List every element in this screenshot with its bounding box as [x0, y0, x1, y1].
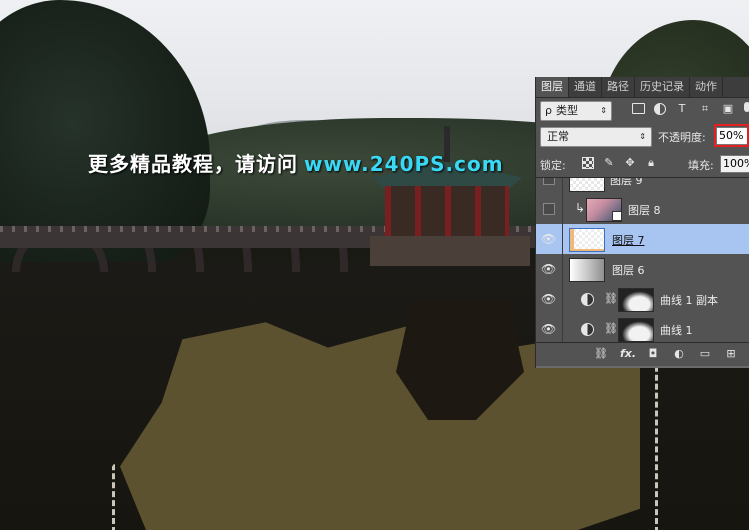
clipping-arrow-icon: ↳ [575, 201, 586, 215]
layer-row-selected[interactable]: 👁︎ 图层 7 [536, 224, 749, 255]
blend-row: 正常 ⇕ 不透明度: 50% [540, 124, 749, 149]
panel-resize-strip[interactable] [536, 366, 749, 368]
divider [562, 194, 563, 224]
bridge-arches [0, 248, 380, 272]
visibility-toggle[interactable] [543, 203, 555, 215]
lock-row: 锁定: ✎ ✥ 🔒︎ 填充: 100% [540, 155, 749, 175]
link-icon[interactable]: ⛓︎ [604, 322, 618, 335]
curves-adjustment-icon [581, 293, 594, 306]
eye-icon[interactable]: 👁︎ [541, 262, 556, 276]
pavilion-base [370, 236, 530, 266]
adjustment-filter-icon[interactable] [654, 103, 666, 115]
eye-icon[interactable]: 👁︎ [541, 292, 556, 306]
layers-list: 图层 9 ↳ 图层 8 👁︎ 图层 7 👁︎ 图层 6 👁︎ ⛓︎ 曲线 1 副… [536, 177, 749, 343]
new-adjustment-icon[interactable]: ◐ [672, 347, 686, 361]
watermark-text: 更多精品教程，请访问 [88, 152, 298, 176]
layer-row[interactable]: ↳ 图层 8 [536, 194, 749, 225]
layer-name: 图层 7 [612, 234, 645, 247]
new-layer-icon[interactable]: ⊞ [724, 347, 738, 361]
divider [562, 284, 563, 314]
layer-thumbnail [569, 258, 605, 282]
opacity-highlight-box [714, 124, 749, 147]
link-icon[interactable]: ⛓︎ [604, 292, 618, 305]
tab-history[interactable]: 历史记录 [635, 77, 690, 97]
blend-mode-value: 正常 [547, 130, 569, 143]
layer-row[interactable]: 图层 9 [536, 177, 749, 195]
layer-thumbnail [569, 228, 605, 252]
fill-label: 填充: [688, 159, 714, 172]
panel-tabs: 图层 通道 路径 历史记录 动作 [536, 77, 749, 98]
kind-label: 类型 [556, 104, 578, 117]
visibility-toggle[interactable] [543, 178, 555, 185]
search-icon: ρ [545, 104, 552, 117]
link-layers-icon[interactable]: ⛓︎ [594, 347, 608, 361]
shape-filter-icon[interactable]: ⌗ [698, 102, 712, 116]
tab-channels[interactable]: 通道 [569, 77, 602, 97]
add-mask-icon[interactable]: ◘ [646, 347, 660, 361]
divider [562, 314, 563, 343]
fill-input[interactable]: 100% [720, 155, 749, 173]
image-filter-icon[interactable] [632, 103, 645, 114]
lock-icons: ✎ ✥ 🔒︎ [582, 156, 657, 169]
smart-object-filter-icon[interactable]: ▣ [721, 102, 735, 116]
filter-toggle-icon[interactable] [744, 102, 749, 112]
layer-thumbnail [569, 178, 605, 192]
layers-panel: 图层 通道 路径 历史记录 动作 ρ 类型 ⇕ T ⌗ ▣ 正常 ⇕ 不透明度:… [535, 77, 749, 368]
panel-bottom-bar: ⛓︎ fx. ◘ ◐ ▭ ⊞ [536, 342, 749, 367]
divider [562, 178, 563, 194]
lock-transparency-icon[interactable] [582, 157, 594, 169]
fx-icon[interactable]: fx. [620, 347, 636, 361]
tab-actions[interactable]: 动作 [690, 77, 723, 97]
eye-icon[interactable]: 👁︎ [541, 232, 556, 246]
layer-row[interactable]: 👁︎ ⛓︎ 曲线 1 副本 [536, 284, 749, 315]
layer-name: 图层 8 [628, 204, 661, 217]
layer-row[interactable]: 👁︎ 图层 6 [536, 254, 749, 285]
layer-mask-thumbnail [618, 288, 654, 312]
smart-object-badge-icon [612, 211, 622, 221]
blend-mode-select[interactable]: 正常 ⇕ [540, 127, 652, 147]
lock-label: 锁定: [540, 159, 566, 172]
text-filter-icon[interactable]: T [675, 102, 689, 116]
layer-name: 曲线 1 [660, 324, 693, 337]
layer-name: 图层 9 [610, 177, 643, 187]
opacity-label: 不透明度: [658, 131, 706, 144]
curves-adjustment-icon [581, 323, 594, 336]
chevron-updown-icon: ⇕ [600, 106, 607, 115]
divider [562, 224, 563, 254]
layer-name: 图层 6 [612, 264, 645, 277]
layer-mask-thumbnail [618, 318, 654, 342]
new-group-folder-icon[interactable]: ▭ [698, 347, 712, 361]
filter-icons: T ⌗ ▣ [632, 102, 749, 116]
tab-layers[interactable]: 图层 [536, 77, 569, 97]
layer-name: 曲线 1 副本 [660, 294, 718, 307]
divider [562, 254, 563, 284]
chevron-updown-icon: ⇕ [639, 132, 646, 141]
eye-icon[interactable]: 👁︎ [541, 322, 556, 336]
tab-paths[interactable]: 路径 [602, 77, 635, 97]
lock-all-icon[interactable]: 🔒︎ [645, 156, 657, 169]
pavilion-columns [385, 186, 509, 236]
tutorial-watermark: 更多精品教程，请访问 www.240PS.com [88, 148, 504, 177]
watermark-url: www.240PS.com [304, 152, 504, 176]
lock-paint-icon[interactable]: ✎ [603, 156, 615, 169]
lock-position-icon[interactable]: ✥ [624, 156, 636, 169]
layer-kind-filter-select[interactable]: ρ 类型 ⇕ [540, 101, 612, 121]
layer-row[interactable]: 👁︎ ⛓︎ 曲线 1 [536, 314, 749, 343]
filter-row: ρ 类型 ⇕ T ⌗ ▣ [540, 101, 749, 121]
